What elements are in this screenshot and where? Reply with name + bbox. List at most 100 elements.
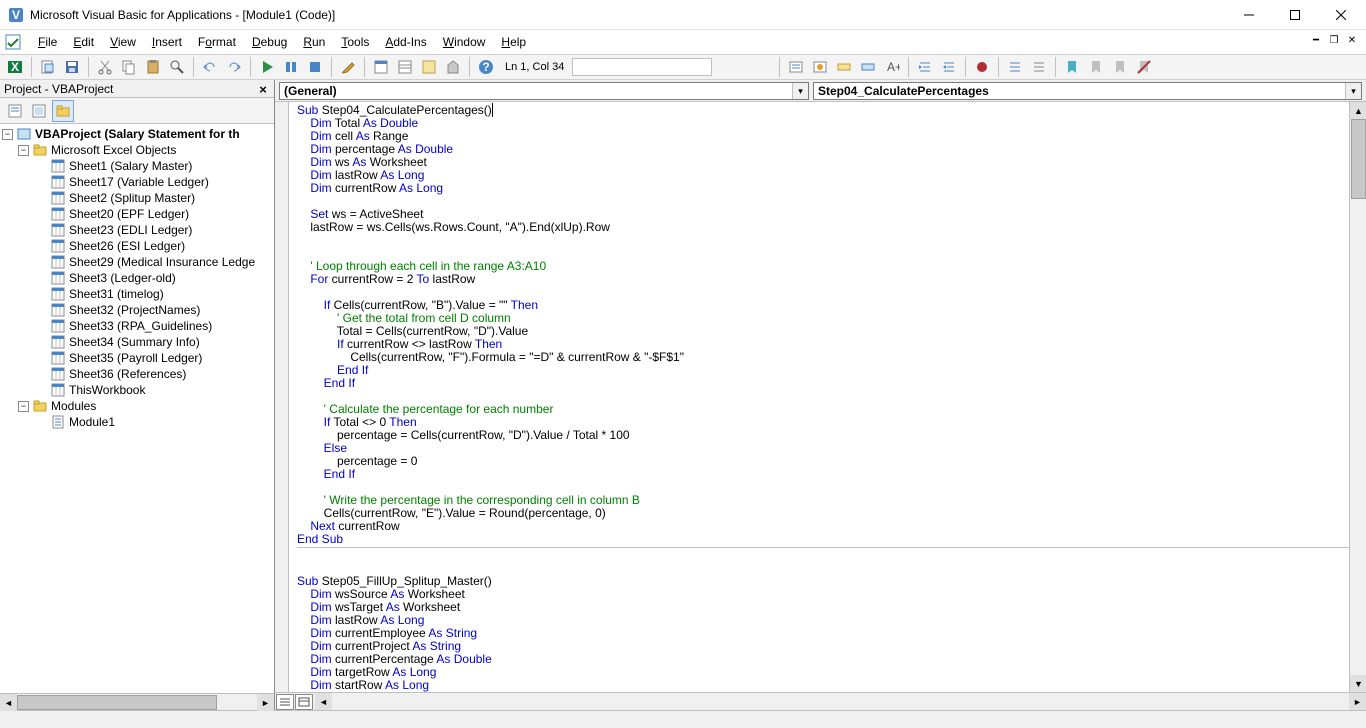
tree-toggle-icon[interactable]: − [2, 129, 13, 140]
code-hscrollbar[interactable]: ◄ ► [315, 693, 1366, 710]
bookmark-clear-button[interactable] [1133, 56, 1155, 78]
help-button[interactable]: ? [475, 56, 497, 78]
tree-sheet-item[interactable]: Sheet2 (Splitup Master) [0, 190, 274, 206]
tree-module-item[interactable]: Module1 [0, 414, 274, 430]
menu-tools[interactable]: Tools [333, 33, 377, 51]
worksheet-icon [50, 334, 66, 350]
bookmark-next-button[interactable] [1085, 56, 1107, 78]
breakpoint-button[interactable] [971, 56, 993, 78]
tree-sheet-item[interactable]: Sheet32 (ProjectNames) [0, 302, 274, 318]
copy-button[interactable] [118, 56, 140, 78]
close-button[interactable] [1318, 0, 1364, 30]
find-button[interactable] [166, 56, 188, 78]
project-pane-close-button[interactable]: × [254, 80, 272, 98]
chevron-down-icon[interactable]: ▾ [792, 83, 808, 99]
list-constants-button[interactable] [809, 56, 831, 78]
tree-folder-modules[interactable]: − Modules [0, 398, 274, 414]
menu-help[interactable]: Help [493, 33, 534, 51]
complete-word-button[interactable]: A+ [881, 56, 903, 78]
tree-sheet-item[interactable]: Sheet33 (RPA_Guidelines) [0, 318, 274, 334]
scrollbar-thumb[interactable] [17, 695, 217, 710]
reset-button[interactable] [304, 56, 326, 78]
tree-folder-excel-objects[interactable]: − Microsoft Excel Objects [0, 142, 274, 158]
undo-button[interactable] [199, 56, 221, 78]
project-hscrollbar[interactable]: ◄ ► [0, 693, 274, 710]
parameter-info-button[interactable] [857, 56, 879, 78]
procedure-view-button[interactable] [276, 694, 294, 710]
tree-sheet-item[interactable]: Sheet20 (EPF Ledger) [0, 206, 274, 222]
scroll-right-icon[interactable]: ► [1349, 693, 1366, 710]
menu-format[interactable]: Format [190, 33, 244, 51]
comment-block-button[interactable] [1004, 56, 1026, 78]
cut-button[interactable] [94, 56, 116, 78]
save-button[interactable] [61, 56, 83, 78]
menu-file[interactable]: File [30, 33, 65, 51]
menu-debug[interactable]: Debug [244, 33, 295, 51]
title-bar: V Microsoft Visual Basic for Application… [0, 0, 1366, 30]
menu-insert[interactable]: Insert [144, 33, 190, 51]
tree-sheet-item[interactable]: Sheet31 (timelog) [0, 286, 274, 302]
mdi-close-button[interactable]: ✕ [1344, 32, 1360, 48]
mdi-restore-button[interactable]: ❐ [1326, 32, 1342, 48]
quick-info-button[interactable] [833, 56, 855, 78]
tree-sheet-item[interactable]: Sheet17 (Variable Ledger) [0, 174, 274, 190]
procedure-combo[interactable]: Step04_CalculatePercentages ▾ [813, 82, 1362, 100]
tree-sheet-item[interactable]: Sheet26 (ESI Ledger) [0, 238, 274, 254]
scroll-left-icon[interactable]: ◄ [315, 693, 332, 710]
project-explorer-button[interactable] [370, 56, 392, 78]
tree-sheet-item[interactable]: Sheet1 (Salary Master) [0, 158, 274, 174]
maximize-button[interactable] [1272, 0, 1318, 30]
object-browser-button[interactable] [418, 56, 440, 78]
tree-sheet-item[interactable]: Sheet35 (Payroll Ledger) [0, 350, 274, 366]
minimize-button[interactable] [1226, 0, 1272, 30]
full-module-view-button[interactable] [295, 694, 313, 710]
scroll-right-icon[interactable]: ► [257, 694, 274, 711]
menu-window[interactable]: Window [435, 33, 494, 51]
bookmark-toggle-button[interactable] [1061, 56, 1083, 78]
view-code-button[interactable] [4, 100, 26, 122]
tree-sheet-item[interactable]: Sheet36 (References) [0, 366, 274, 382]
bookmark-prev-button[interactable] [1109, 56, 1131, 78]
chevron-down-icon[interactable]: ▾ [1345, 83, 1361, 99]
properties-button[interactable] [394, 56, 416, 78]
tree-toggle-icon[interactable]: − [18, 401, 29, 412]
tree-sheet-item[interactable]: Sheet3 (Ledger-old) [0, 270, 274, 286]
run-button[interactable] [256, 56, 278, 78]
tree-sheet-item[interactable]: Sheet34 (Summary Info) [0, 334, 274, 350]
scroll-left-icon[interactable]: ◄ [0, 694, 17, 711]
tree-sheet-item[interactable]: ThisWorkbook [0, 382, 274, 398]
code-editor[interactable]: Sub Step04_CalculatePercentages() Dim To… [289, 102, 1349, 692]
menu-run[interactable]: Run [295, 33, 333, 51]
tree-toggle-icon[interactable]: − [18, 145, 29, 156]
code-vscrollbar[interactable]: ▲ ▼ [1349, 102, 1366, 692]
indent-button[interactable] [914, 56, 936, 78]
paste-button[interactable] [142, 56, 164, 78]
view-object-button[interactable] [28, 100, 50, 122]
tree-sheet-item[interactable]: Sheet23 (EDLI Ledger) [0, 222, 274, 238]
scroll-up-icon[interactable]: ▲ [1350, 102, 1366, 119]
break-button[interactable] [280, 56, 302, 78]
mdi-minimize-button[interactable]: ━ [1308, 32, 1324, 48]
vba-doc-icon [4, 33, 22, 51]
outdent-button[interactable] [938, 56, 960, 78]
uncomment-block-button[interactable] [1028, 56, 1050, 78]
tree-sheet-item[interactable]: Sheet29 (Medical Insurance Ledge [0, 254, 274, 270]
project-tree[interactable]: − VBAProject (Salary Statement for th − … [0, 124, 274, 693]
code-margin[interactable] [275, 102, 289, 692]
toolbox-button[interactable] [442, 56, 464, 78]
scroll-down-icon[interactable]: ▼ [1350, 675, 1366, 692]
redo-button[interactable] [223, 56, 245, 78]
list-properties-button[interactable] [785, 56, 807, 78]
scrollbar-thumb[interactable] [1351, 119, 1366, 199]
design-mode-button[interactable] [337, 56, 359, 78]
zoom-combo[interactable] [572, 58, 712, 76]
insert-module-button[interactable] [37, 56, 59, 78]
menu-edit[interactable]: Edit [65, 33, 102, 51]
status-bar [0, 710, 1366, 728]
object-combo[interactable]: (General) ▾ [279, 82, 809, 100]
menu-addins[interactable]: Add-Ins [377, 33, 434, 51]
toggle-folders-button[interactable] [52, 100, 74, 122]
tree-project-root[interactable]: − VBAProject (Salary Statement for th [0, 126, 274, 142]
menu-view[interactable]: View [102, 33, 144, 51]
view-excel-button[interactable]: X [4, 56, 26, 78]
